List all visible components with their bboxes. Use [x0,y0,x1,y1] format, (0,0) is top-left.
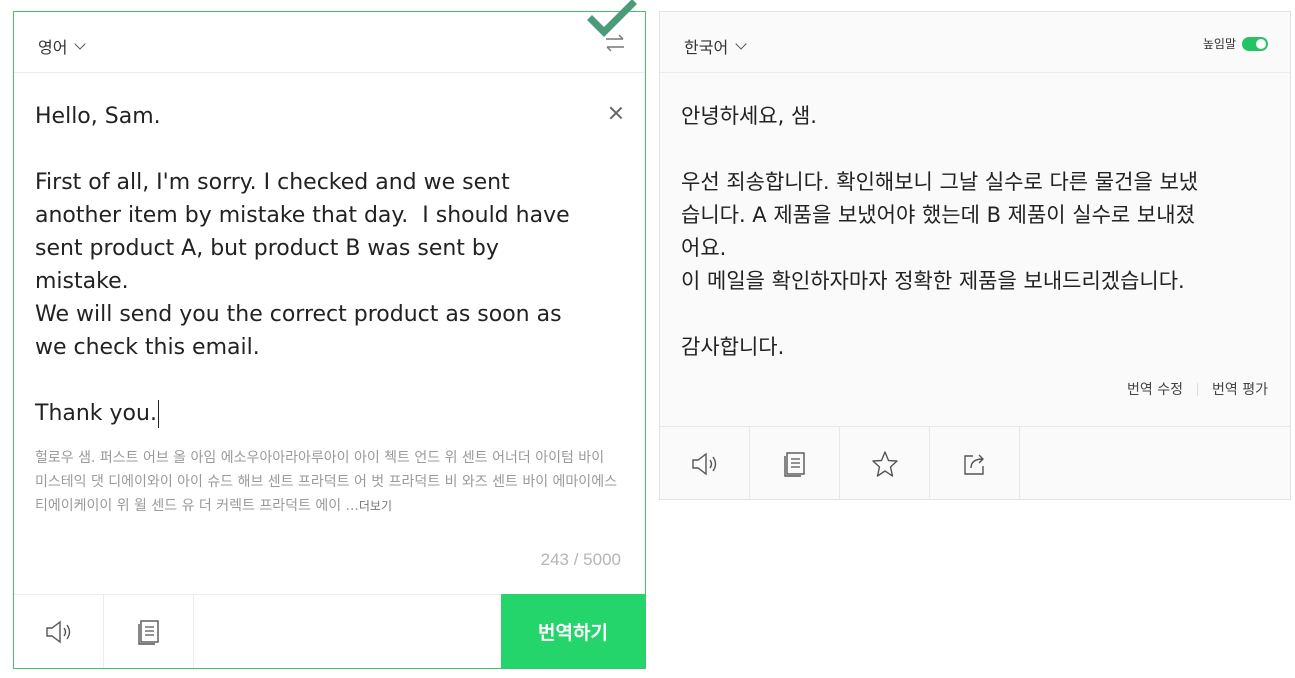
speaker-icon [691,452,716,475]
pronunciation-text: 헐로우 샘. 퍼스트 어브 올 아임 에소우아아라아루아이 아이 첵트 언드 위… [35,446,620,518]
chevron-down-icon [735,37,747,50]
text-caret [157,400,159,428]
share-icon [963,454,984,475]
speaker-icon [45,620,70,643]
share-button[interactable] [930,427,1020,500]
target-language-select[interactable]: 한국어 [684,34,747,58]
translate-button[interactable]: 번역하기 [501,594,645,668]
target-footer [660,426,1290,500]
source-language-select[interactable]: 영어 [38,34,87,58]
more-link[interactable]: 더보기 [359,499,392,513]
target-language-label: 한국어 [684,40,729,57]
divider [1197,382,1199,396]
source-text-area[interactable]: Hello, Sam. First of all, I'm sorry. I c… [35,100,595,430]
honorific-label: 높임말 [1202,37,1236,51]
close-icon[interactable] [607,104,625,122]
edit-translation-link[interactable]: 번역 수정 [1127,379,1183,399]
dictionary-button[interactable] [750,427,840,500]
translation-actions: 번역 수정 번역 평가 [1127,379,1268,399]
source-panel: 영어 Hello, Sam. First of all, I'm sorry. … [13,11,646,669]
char-count: 243 / 5000 [540,550,621,569]
favorite-button[interactable] [840,427,930,500]
star-icon [871,450,898,477]
listen-button[interactable] [660,427,750,500]
honorific-toggle[interactable] [1242,36,1268,51]
dictionary-button[interactable] [104,595,194,668]
source-footer: 번역하기 [14,594,645,668]
pronunciation-content: 헐로우 샘. 퍼스트 어브 올 아임 에소우아아라아루아이 아이 첵트 언드 위… [35,450,617,514]
notebook-icon [783,451,805,477]
chevron-down-icon [74,37,87,50]
rate-translation-link[interactable]: 번역 평가 [1212,379,1268,399]
source-text: Hello, Sam. First of all, I'm sorry. I c… [35,104,570,426]
toggle-knob [1256,38,1266,49]
target-header: 한국어 높임말 [660,12,1290,73]
listen-button[interactable] [14,595,104,668]
honorific-setting: 높임말 [1203,35,1268,52]
notebook-icon [137,619,159,645]
check-icon [587,0,637,37]
target-panel: 한국어 높임말 안녕하세요, 샘. 우선 죄송합니다. 확인해보니 그날 실수로… [659,11,1291,500]
target-text: 안녕하세요, 샘. 우선 죄송합니다. 확인해보니 그날 실수로 다른 물건을 … [681,104,1199,359]
source-header: 영어 [14,12,645,73]
source-language-label: 영어 [38,40,68,57]
